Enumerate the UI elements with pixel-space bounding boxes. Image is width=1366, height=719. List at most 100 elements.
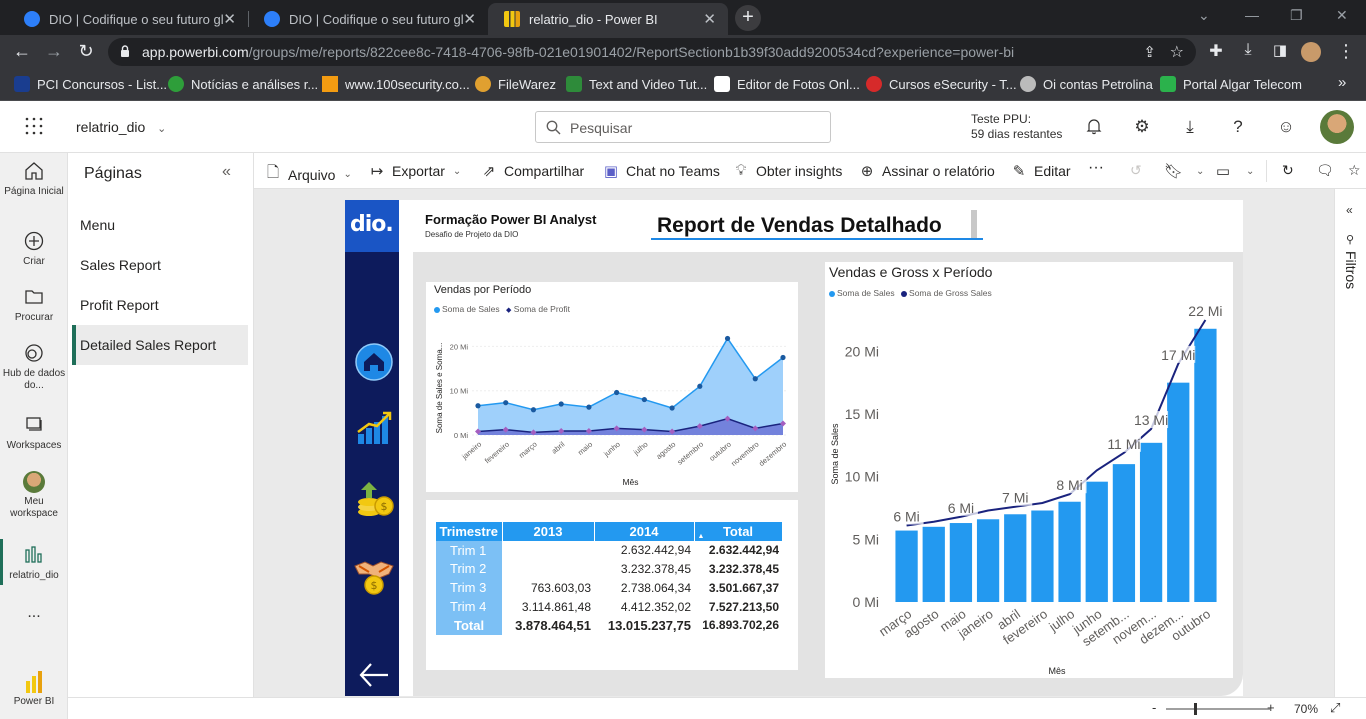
sales-matrix[interactable]: Trimestre 2013 2014 Total ▲ Trim 1 2.632.… xyxy=(436,522,783,635)
back-arrow-icon[interactable] xyxy=(358,659,390,691)
file-menu-button[interactable]: 🗋 Arquivo ⌄ xyxy=(264,162,352,187)
expand-filters-icon[interactable]: « xyxy=(1346,203,1353,217)
nav-browse[interactable]: Procurar xyxy=(0,287,68,324)
bookmark-item[interactable]: Oi contas Petrolina xyxy=(1020,76,1153,92)
sort-ascending-icon[interactable]: ▲ xyxy=(698,533,705,540)
money-growth-icon[interactable]: $ xyxy=(353,478,395,520)
subscribe-button[interactable]: ⊕ Assinar o relatório xyxy=(858,162,995,180)
tab-search-icon[interactable]: ⌄ xyxy=(1198,7,1210,24)
bookmark-item[interactable]: Cursos eSecurity - T... xyxy=(866,76,1017,92)
matrix-header[interactable]: 2014 xyxy=(594,522,695,541)
reload-icon[interactable]: ↻ xyxy=(74,41,98,62)
zoom-out-button[interactable]: - xyxy=(1152,700,1156,715)
export-menu-button[interactable]: ↦ Exportar ⌄ xyxy=(368,162,462,180)
sidepanel-icon[interactable]: ◨ xyxy=(1268,41,1292,59)
download-icon[interactable]: ⤓ xyxy=(1236,41,1260,59)
more-icon[interactable]: ... xyxy=(0,605,68,621)
forward-icon[interactable]: → xyxy=(42,41,66,62)
bookmark-item[interactable]: Portal Algar Telecom xyxy=(1160,76,1302,92)
report-name-dropdown[interactable]: relatrio_dio ⌄ xyxy=(76,119,166,135)
more-options-icon[interactable]: ··· xyxy=(1088,159,1104,177)
view-menu[interactable]: ▭ ⌄ xyxy=(1214,162,1254,180)
chrome-menu-icon[interactable]: ⋮ xyxy=(1334,41,1358,62)
back-icon[interactable]: ← xyxy=(10,41,34,62)
help-icon[interactable]: ? xyxy=(1228,117,1248,137)
more-bookmarks-icon[interactable]: » xyxy=(1338,74,1346,91)
collapse-pane-icon[interactable]: « xyxy=(222,163,231,181)
share-icon[interactable]: ⇪ xyxy=(1143,43,1156,61)
bookmark-item[interactable]: PCI Concursos - List... xyxy=(14,76,167,92)
browser-tab[interactable]: DIO | Codifique o seu futuro glob ✕ xyxy=(248,3,488,35)
page-item-selected[interactable]: Detailed Sales Report xyxy=(72,325,248,365)
growth-chart-icon[interactable] xyxy=(355,408,393,446)
data-label: 7 Mi xyxy=(1002,490,1028,506)
share-button[interactable]: ⇗ Compartilhar xyxy=(480,162,584,180)
reset-icon[interactable]: ↺ xyxy=(1130,162,1142,179)
bar-chart-panel[interactable]: Vendas e Gross x Período Soma de Sales S… xyxy=(825,262,1233,678)
sales-point xyxy=(752,376,758,382)
notifications-bell-icon[interactable] xyxy=(1084,117,1104,137)
bookmark-item[interactable]: Text and Video Tut... xyxy=(566,76,707,92)
cell-total: 7.527.213,50 xyxy=(708,599,779,614)
zoom-in-button[interactable]: + xyxy=(1267,700,1275,715)
close-tab-icon[interactable]: ✕ xyxy=(463,10,476,28)
bookmark-favicon-icon xyxy=(1020,76,1036,92)
line-chart-panel[interactable]: Vendas por Período Soma de Sales ◆ Soma … xyxy=(426,282,798,492)
sales-bar xyxy=(895,530,918,602)
get-insights-button[interactable]: 💡︎ Obter insights xyxy=(732,162,843,179)
fit-to-page-icon[interactable]: ⤢ xyxy=(1330,700,1340,716)
browser-tab[interactable]: DIO | Codifique o seu futuro glob ✕ xyxy=(8,3,248,35)
chevron-down-icon: ⌄ xyxy=(452,165,462,177)
page-item[interactable]: Menu xyxy=(72,205,248,245)
nav-current-report[interactable]: relatrio_dio xyxy=(0,545,68,582)
bookmark-item[interactable]: Editor de Fotos Onl... xyxy=(714,76,860,92)
download-icon[interactable]: ⤓ xyxy=(1180,117,1200,137)
handshake-money-icon[interactable]: $ xyxy=(353,554,395,596)
page-item[interactable]: Profit Report xyxy=(72,285,248,325)
matrix-header[interactable]: Trimestre xyxy=(436,522,503,541)
comment-icon[interactable]: 🗨︎ xyxy=(1316,162,1334,179)
nav-workspaces[interactable]: Workspaces xyxy=(0,415,68,452)
bookmark-menu[interactable]: 🔖︎ ⌄ xyxy=(1164,162,1204,180)
restore-icon[interactable]: ❐ xyxy=(1290,7,1303,24)
user-avatar[interactable] xyxy=(1320,110,1354,144)
action-label: Exportar xyxy=(392,163,445,179)
settings-gear-icon[interactable]: ⚙ xyxy=(1132,117,1152,137)
nav-powerbi[interactable]: Power BI xyxy=(0,671,68,708)
nav-my-workspace[interactable]: Meu workspace xyxy=(0,471,68,520)
address-bar[interactable]: app.powerbi.com/groups/me/reports/822cee… xyxy=(108,38,1196,66)
nav-home[interactable]: Página Inicial xyxy=(0,161,68,198)
close-tab-icon[interactable]: ✕ xyxy=(223,10,236,28)
edit-button[interactable]: ✎ Editar xyxy=(1010,162,1071,180)
matrix-header-total[interactable]: Total ▲ xyxy=(694,522,783,541)
cell-2013: 763.603,03 xyxy=(530,580,591,595)
new-tab-button[interactable]: + xyxy=(735,5,761,31)
home-button-icon[interactable] xyxy=(355,343,393,381)
x-axis-label: Mês xyxy=(622,477,638,487)
bookmark-item[interactable]: FileWarez xyxy=(475,76,556,92)
zoom-slider-thumb[interactable] xyxy=(1194,703,1197,715)
teams-chat-button[interactable]: ▣ Chat no Teams xyxy=(602,162,720,180)
profile-avatar-icon[interactable] xyxy=(1301,42,1321,62)
browser-tab-active[interactable]: relatrio_dio - Power BI ✕ xyxy=(488,3,728,35)
page-item[interactable]: Sales Report xyxy=(72,245,248,285)
close-tab-icon[interactable]: ✕ xyxy=(703,10,716,28)
app-launcher-icon[interactable] xyxy=(24,116,44,136)
nav-data-hub[interactable]: Hub de dados do... xyxy=(0,343,68,392)
search-input[interactable]: Pesquisar xyxy=(535,111,831,143)
extensions-icon[interactable]: ✚ xyxy=(1204,41,1228,61)
bookmark-star-icon[interactable]: ☆ xyxy=(1170,42,1184,62)
matrix-header[interactable]: 2013 xyxy=(502,522,595,541)
filters-pane[interactable]: « ⚲ Filtros xyxy=(1334,189,1366,697)
nav-label: Meu workspace xyxy=(10,496,58,519)
minimize-icon[interactable]: — xyxy=(1245,7,1259,23)
bookmark-item[interactable]: www.100security.co... xyxy=(322,76,470,92)
close-window-icon[interactable]: ✕ xyxy=(1336,7,1348,24)
feedback-smiley-icon[interactable]: ☺ xyxy=(1276,117,1296,137)
nav-create[interactable]: Criar xyxy=(0,231,68,268)
zoom-slider-track[interactable] xyxy=(1166,708,1270,710)
favorite-star-icon[interactable]: ☆ xyxy=(1348,162,1361,179)
data-label: 22 Mi xyxy=(1188,303,1222,319)
bookmark-item[interactable]: Notícias e análises r... xyxy=(168,76,318,92)
refresh-icon[interactable]: ↻ xyxy=(1282,162,1294,179)
